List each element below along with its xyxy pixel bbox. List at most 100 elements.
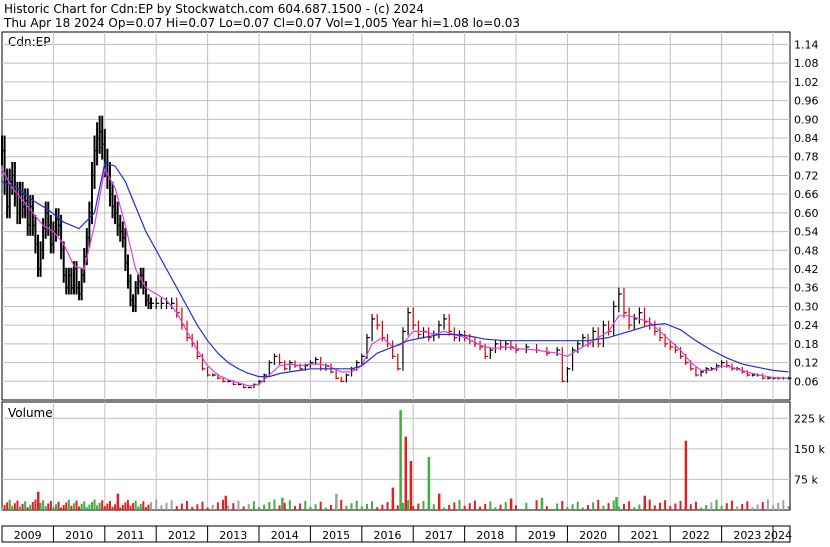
price-tick-label: 0.24: [794, 319, 819, 332]
volume-bar: [6, 502, 9, 510]
price-panel: Cdn:EP 0.06 0.12 0.18 0.24 0.30 0.36 0.42 0.48 0…: [1, 31, 819, 401]
volume-bar: [1, 507, 3, 510]
volume-tick-label: 75 k: [794, 473, 818, 486]
volume-bar: [268, 502, 271, 510]
volume-bar: [121, 504, 124, 510]
volume-bar: [777, 502, 780, 510]
volume-bar: [283, 502, 286, 510]
volume-bar: [278, 505, 281, 510]
volume-spike-bar: [509, 498, 513, 510]
volume-bar: [129, 505, 132, 510]
volume-bar: [93, 499, 96, 510]
volume-bar: [263, 504, 266, 510]
volume-bar: [329, 504, 332, 510]
volume-bar: [736, 506, 739, 510]
volume-bar: [85, 507, 88, 510]
volume-bar: [211, 504, 214, 510]
volume-bar: [21, 503, 24, 510]
price-tick-label: 0.48: [794, 244, 819, 257]
volume-spike-bar: [409, 461, 413, 510]
volume-bar: [216, 502, 219, 510]
volume-bar: [401, 502, 404, 510]
volume-bar: [47, 503, 50, 510]
volume-bar: [576, 501, 579, 510]
year-label: 2023: [733, 529, 761, 542]
volume-bar: [638, 504, 641, 510]
volume-tick-label: 225 k: [794, 412, 825, 425]
volume-spike-bar: [391, 487, 395, 510]
year-label: 2011: [117, 529, 145, 542]
volume-bar: [494, 507, 497, 510]
volume-bar: [3, 504, 6, 510]
volume-bar: [124, 502, 127, 510]
volume-bar: [653, 505, 656, 510]
volume-bar: [72, 503, 75, 510]
volume-bar: [227, 505, 230, 510]
volume-bar: [705, 504, 708, 510]
volume-bar: [484, 503, 487, 510]
volume-bar: [715, 499, 718, 510]
volume-bar: [756, 504, 759, 510]
volume-bar: [407, 500, 410, 510]
price-tick-label: 0.30: [794, 300, 819, 313]
volume-bar: [396, 505, 399, 510]
volume-bar: [386, 502, 389, 510]
volume-bar: [345, 505, 348, 510]
volume-spike-bar: [404, 436, 408, 510]
volume-bar: [65, 502, 68, 510]
volume-bar: [114, 504, 117, 510]
volume-bar: [258, 507, 261, 510]
volume-bar: [175, 506, 178, 510]
volume-bar: [622, 503, 625, 510]
volume-bar: [196, 504, 199, 510]
year-axis: 2009 2010 2011 2012 2013 2014 2015 2016 2017 2018…: [1, 525, 792, 543]
volume-bar: [165, 502, 168, 510]
price-tick-label: 0.96: [794, 95, 819, 108]
volume-bar: [350, 503, 353, 510]
volume-panel: Volume 75 k150 k225 k: [1, 401, 825, 511]
year-label: 2009: [14, 529, 42, 542]
volume-spike-bar: [643, 495, 647, 510]
volume-bar: [132, 503, 135, 510]
volume-bar: [16, 500, 19, 510]
price-tick-label: 0.84: [794, 132, 819, 145]
volume-bar: [31, 502, 34, 510]
volume-bar: [96, 505, 99, 510]
volume-bar: [304, 500, 307, 510]
volume-bar: [247, 503, 250, 510]
volume-bar: [24, 501, 27, 510]
volume-bar: [106, 503, 109, 510]
historic-chart: Historic Chart for Cdn:EP by Stockwatch.…: [0, 0, 830, 543]
volume-bar: [453, 502, 456, 510]
volume-bar: [103, 506, 106, 510]
volume-bar: [150, 502, 153, 510]
volume-bar: [648, 499, 651, 510]
volume-bar: [571, 504, 574, 510]
year-label: 2013: [219, 529, 247, 542]
volume-bar: [13, 503, 16, 510]
year-label: 2022: [682, 529, 710, 542]
year-label: 2014: [271, 529, 299, 542]
volume-bar: [314, 504, 317, 510]
volume-bar: [710, 502, 713, 510]
volume-bar: [34, 499, 37, 510]
volume-bar: [155, 499, 158, 510]
volume-bar: [730, 500, 733, 510]
volume-spike-bar: [281, 497, 284, 510]
volume-bar: [90, 502, 93, 510]
volume-bar: [340, 499, 343, 510]
volume-bar: [11, 505, 14, 510]
volume-bar: [473, 500, 476, 510]
price-panel-title: Cdn:EP: [8, 35, 50, 49]
volume-bar: [689, 504, 692, 510]
volume-bar: [761, 502, 764, 510]
volume-bar: [669, 506, 672, 510]
volume-bar: [75, 500, 78, 510]
volume-bar: [57, 501, 60, 510]
volume-spike-bar: [224, 495, 228, 510]
volume-bar: [42, 500, 45, 510]
volume-bar: [751, 507, 754, 510]
chart-header-line1: Historic Chart for Cdn:EP by Stockwatch.…: [4, 2, 424, 16]
price-tick-label: 0.36: [794, 282, 819, 295]
volume-bar: [720, 505, 723, 510]
